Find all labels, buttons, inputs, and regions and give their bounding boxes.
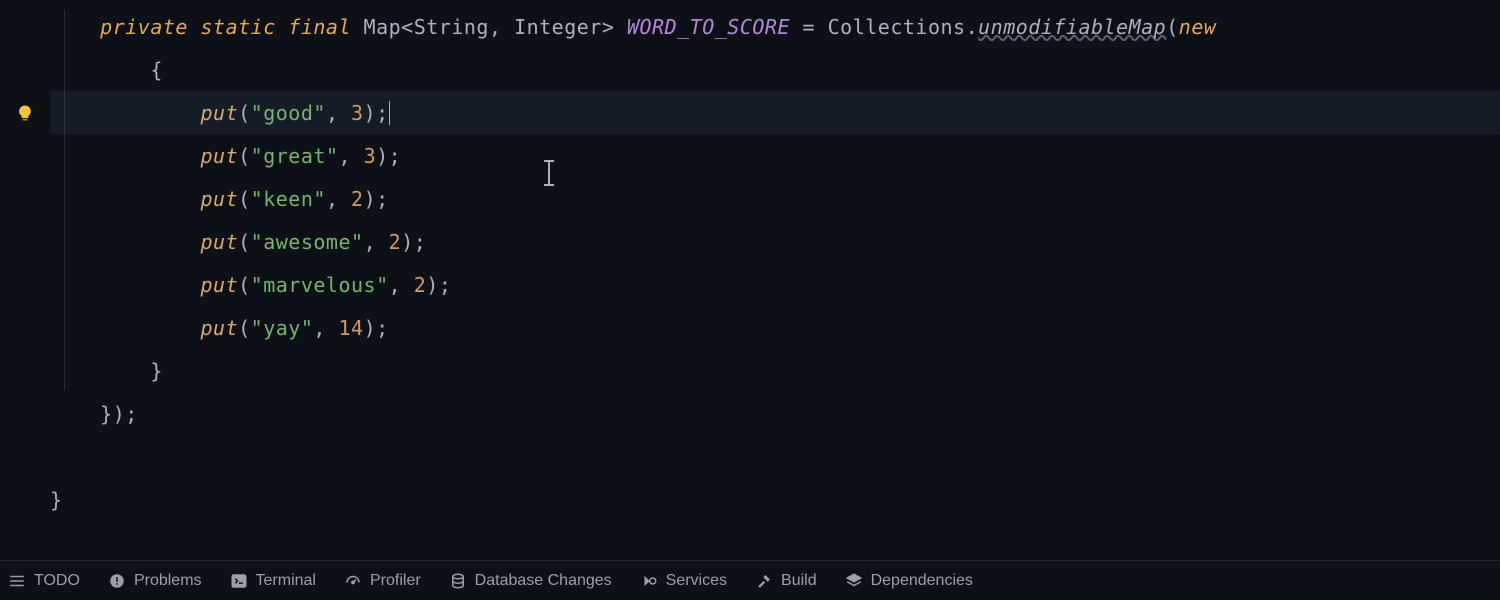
intention-bulb-icon[interactable] — [15, 103, 35, 123]
terminal-icon — [230, 572, 248, 590]
i-beam-cursor-icon — [548, 160, 550, 186]
code-line[interactable] — [50, 435, 1500, 478]
panel-todo[interactable]: TODO — [8, 572, 80, 590]
alert-circle-icon — [108, 572, 126, 590]
code-line[interactable]: { — [50, 48, 1500, 91]
tool-window-bar: TODO Problems Terminal Profiler — [0, 560, 1500, 600]
code-line[interactable]: } — [50, 478, 1500, 521]
database-icon — [449, 572, 467, 590]
constant-name: WORD_TO_SCORE — [614, 15, 790, 39]
code-line[interactable]: put("great", 3); — [50, 134, 1500, 177]
code-line[interactable]: put("yay", 14); — [50, 306, 1500, 349]
panel-dependencies[interactable]: Dependencies — [845, 572, 973, 590]
code-line[interactable]: put("keen", 2); — [50, 177, 1500, 220]
panel-label: Profiler — [370, 572, 421, 590]
panel-services[interactable]: Services — [640, 572, 727, 590]
panel-label: Terminal — [256, 572, 316, 590]
code-line[interactable]: put("awesome", 2); — [50, 220, 1500, 263]
list-icon — [8, 572, 26, 590]
code-line-active[interactable]: put("good", 3); — [50, 91, 1500, 134]
code-content[interactable]: private static final Map<String, Integer… — [50, 0, 1500, 560]
panel-terminal[interactable]: Terminal — [230, 572, 316, 590]
code-line[interactable]: } — [50, 349, 1500, 392]
indent-guide — [64, 10, 65, 390]
panel-problems[interactable]: Problems — [108, 572, 202, 590]
panel-label: Services — [666, 572, 727, 590]
code-line[interactable]: }); — [50, 392, 1500, 435]
panel-database-changes[interactable]: Database Changes — [449, 572, 612, 590]
layers-icon — [845, 572, 863, 590]
type-name: Map — [364, 15, 402, 39]
panel-label: Dependencies — [871, 572, 973, 590]
panel-profiler[interactable]: Profiler — [344, 572, 421, 590]
panel-label: Build — [781, 572, 817, 590]
panel-label: Database Changes — [475, 572, 612, 590]
panel-label: Problems — [134, 572, 202, 590]
method-call: unmodifiableMap — [978, 15, 1166, 39]
code-line[interactable]: private static final Map<String, Integer… — [50, 5, 1500, 48]
panel-build[interactable]: Build — [755, 572, 817, 590]
panel-label: TODO — [34, 572, 80, 590]
hammer-icon — [755, 572, 773, 590]
code-line[interactable]: put("marvelous", 2); — [50, 263, 1500, 306]
keyword-modifier: private static final — [100, 15, 351, 39]
code-editor[interactable]: private static final Map<String, Integer… — [0, 0, 1500, 560]
editor-gutter — [0, 0, 50, 560]
play-circle-icon — [640, 572, 658, 590]
gauge-icon — [344, 572, 362, 590]
text-caret — [389, 101, 390, 125]
